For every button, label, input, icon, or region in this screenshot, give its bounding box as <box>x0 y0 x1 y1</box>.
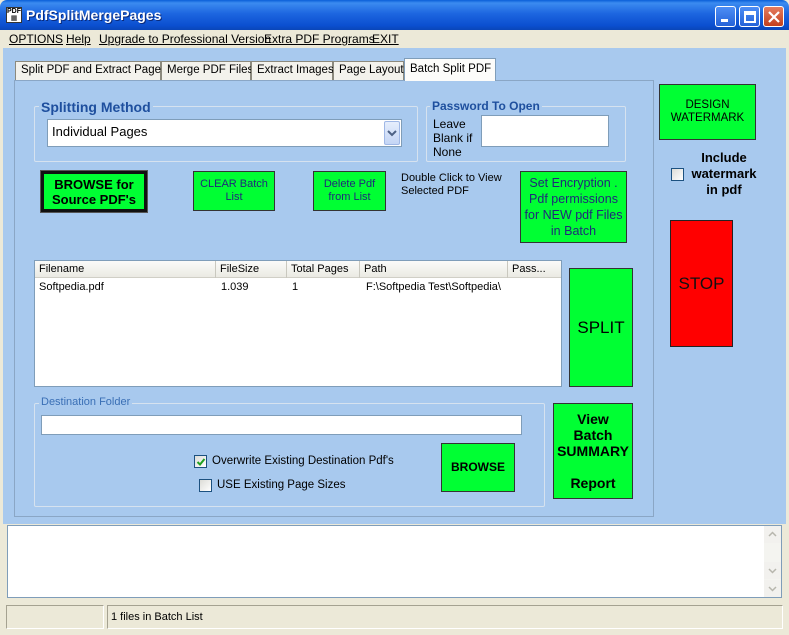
destination-title: Destination Folder <box>39 396 133 408</box>
status-pane-1 <box>6 605 104 629</box>
column-filename[interactable]: Filename <box>35 261 216 278</box>
tab-batch-split[interactable]: Batch Split PDF <box>404 58 496 81</box>
close-icon <box>768 11 780 23</box>
view-summary-report-label: Report <box>570 475 616 491</box>
view-summary-label: View Batch SUMMARY <box>557 411 629 459</box>
log-textarea[interactable] <box>7 525 782 598</box>
use-page-sizes-label: USE Existing Page Sizes <box>217 479 346 491</box>
include-watermark-checkbox[interactable] <box>671 168 684 181</box>
column-pass[interactable]: Pass... <box>508 261 561 278</box>
file-list[interactable]: Filename FileSize Total Pages Path Pass.… <box>34 260 562 387</box>
dropdown-button[interactable] <box>384 121 400 145</box>
pdf-app-icon[interactable]: PDF ▦ <box>6 7 22 23</box>
delete-pdf-button[interactable]: Delete Pdf from List <box>313 171 386 211</box>
set-encryption-button[interactable]: Set Encryption . Pdf permissions for NEW… <box>520 171 627 243</box>
check-icon <box>196 458 206 466</box>
column-filesize[interactable]: FileSize <box>216 261 287 278</box>
split-button[interactable]: SPLIT <box>569 268 633 387</box>
scroll-down-button-bottom[interactable] <box>764 580 781 597</box>
tab-extract-images[interactable]: Extract Images <box>251 61 334 80</box>
password-title: Password To Open <box>430 99 542 113</box>
overwrite-checkbox[interactable] <box>194 455 207 468</box>
browse-source-button[interactable]: BROWSE for Source PDF's <box>40 170 148 213</box>
cell-path: F:\Softpedia Test\Softpedia\ <box>366 281 501 293</box>
view-summary-button[interactable]: View Batch SUMMARY Report <box>553 403 633 499</box>
column-total-pages[interactable]: Total Pages <box>287 261 360 278</box>
tab-split-pdf[interactable]: Split PDF and Extract Pages <box>15 61 167 80</box>
title-bar[interactable]: PDF ▦ PdfSplitMergePages <box>0 0 789 30</box>
status-bar: 1 files in Batch List <box>3 602 786 632</box>
scroll-up-button[interactable] <box>764 526 781 543</box>
overwrite-label: Overwrite Existing Destination Pdf's <box>212 455 394 467</box>
menu-options[interactable]: OPTIONS <box>9 32 63 46</box>
menu-exit[interactable]: EXIT <box>372 32 399 46</box>
tab-merge-pdf[interactable]: Merge PDF Files <box>161 61 253 80</box>
browse-destination-button[interactable]: BROWSE <box>441 443 515 492</box>
minimize-icon <box>721 19 728 22</box>
password-input[interactable] <box>481 115 609 147</box>
tab-page-layout[interactable]: Page Layout <box>333 61 404 80</box>
splitting-method-select[interactable]: Individual Pages <box>47 119 402 147</box>
maximize-button[interactable] <box>739 6 760 27</box>
stop-button[interactable]: STOP <box>670 220 733 347</box>
chevron-down-icon <box>768 568 777 574</box>
close-button[interactable] <box>763 6 784 27</box>
chevron-up-icon <box>768 531 777 537</box>
chevron-down-icon <box>768 586 777 592</box>
window-title: PdfSplitMergePages <box>26 7 162 23</box>
menu-bar: OPTIONS Help Upgrade to Professional Ver… <box>3 30 786 48</box>
scroll-down-button[interactable] <box>764 562 781 579</box>
password-hint: Leave Blank if None <box>433 117 473 159</box>
menu-upgrade[interactable]: Upgrade to Professional Version <box>99 32 271 46</box>
cell-total-pages: 1 <box>292 281 299 293</box>
file-list-header: Filename FileSize Total Pages Path Pass.… <box>35 261 561 278</box>
splitting-method-title: Splitting Method <box>39 99 153 115</box>
menu-help[interactable]: Help <box>66 32 91 46</box>
destination-folder-input[interactable] <box>41 415 522 435</box>
double-click-hint: Double Click to View Selected PDF <box>401 172 502 197</box>
status-pane-2: 1 files in Batch List <box>107 605 783 629</box>
cell-filename: Softpedia.pdf <box>39 281 104 293</box>
column-path[interactable]: Path <box>360 261 508 278</box>
splitting-method-value: Individual Pages <box>52 124 148 139</box>
menu-extra-pdf-programs[interactable]: Extra PDF Programs <box>264 32 375 46</box>
maximize-icon <box>744 11 756 23</box>
clear-batch-button[interactable]: CLEAR Batch List <box>193 171 275 211</box>
include-watermark-label: Include watermark in pdf <box>691 150 757 197</box>
design-watermark-button[interactable]: DESIGN WATERMARK <box>659 84 756 140</box>
use-page-sizes-checkbox[interactable] <box>199 479 212 492</box>
chevron-down-icon <box>387 130 397 137</box>
cell-filesize: 1.039 <box>221 281 249 293</box>
minimize-button[interactable] <box>715 6 736 27</box>
